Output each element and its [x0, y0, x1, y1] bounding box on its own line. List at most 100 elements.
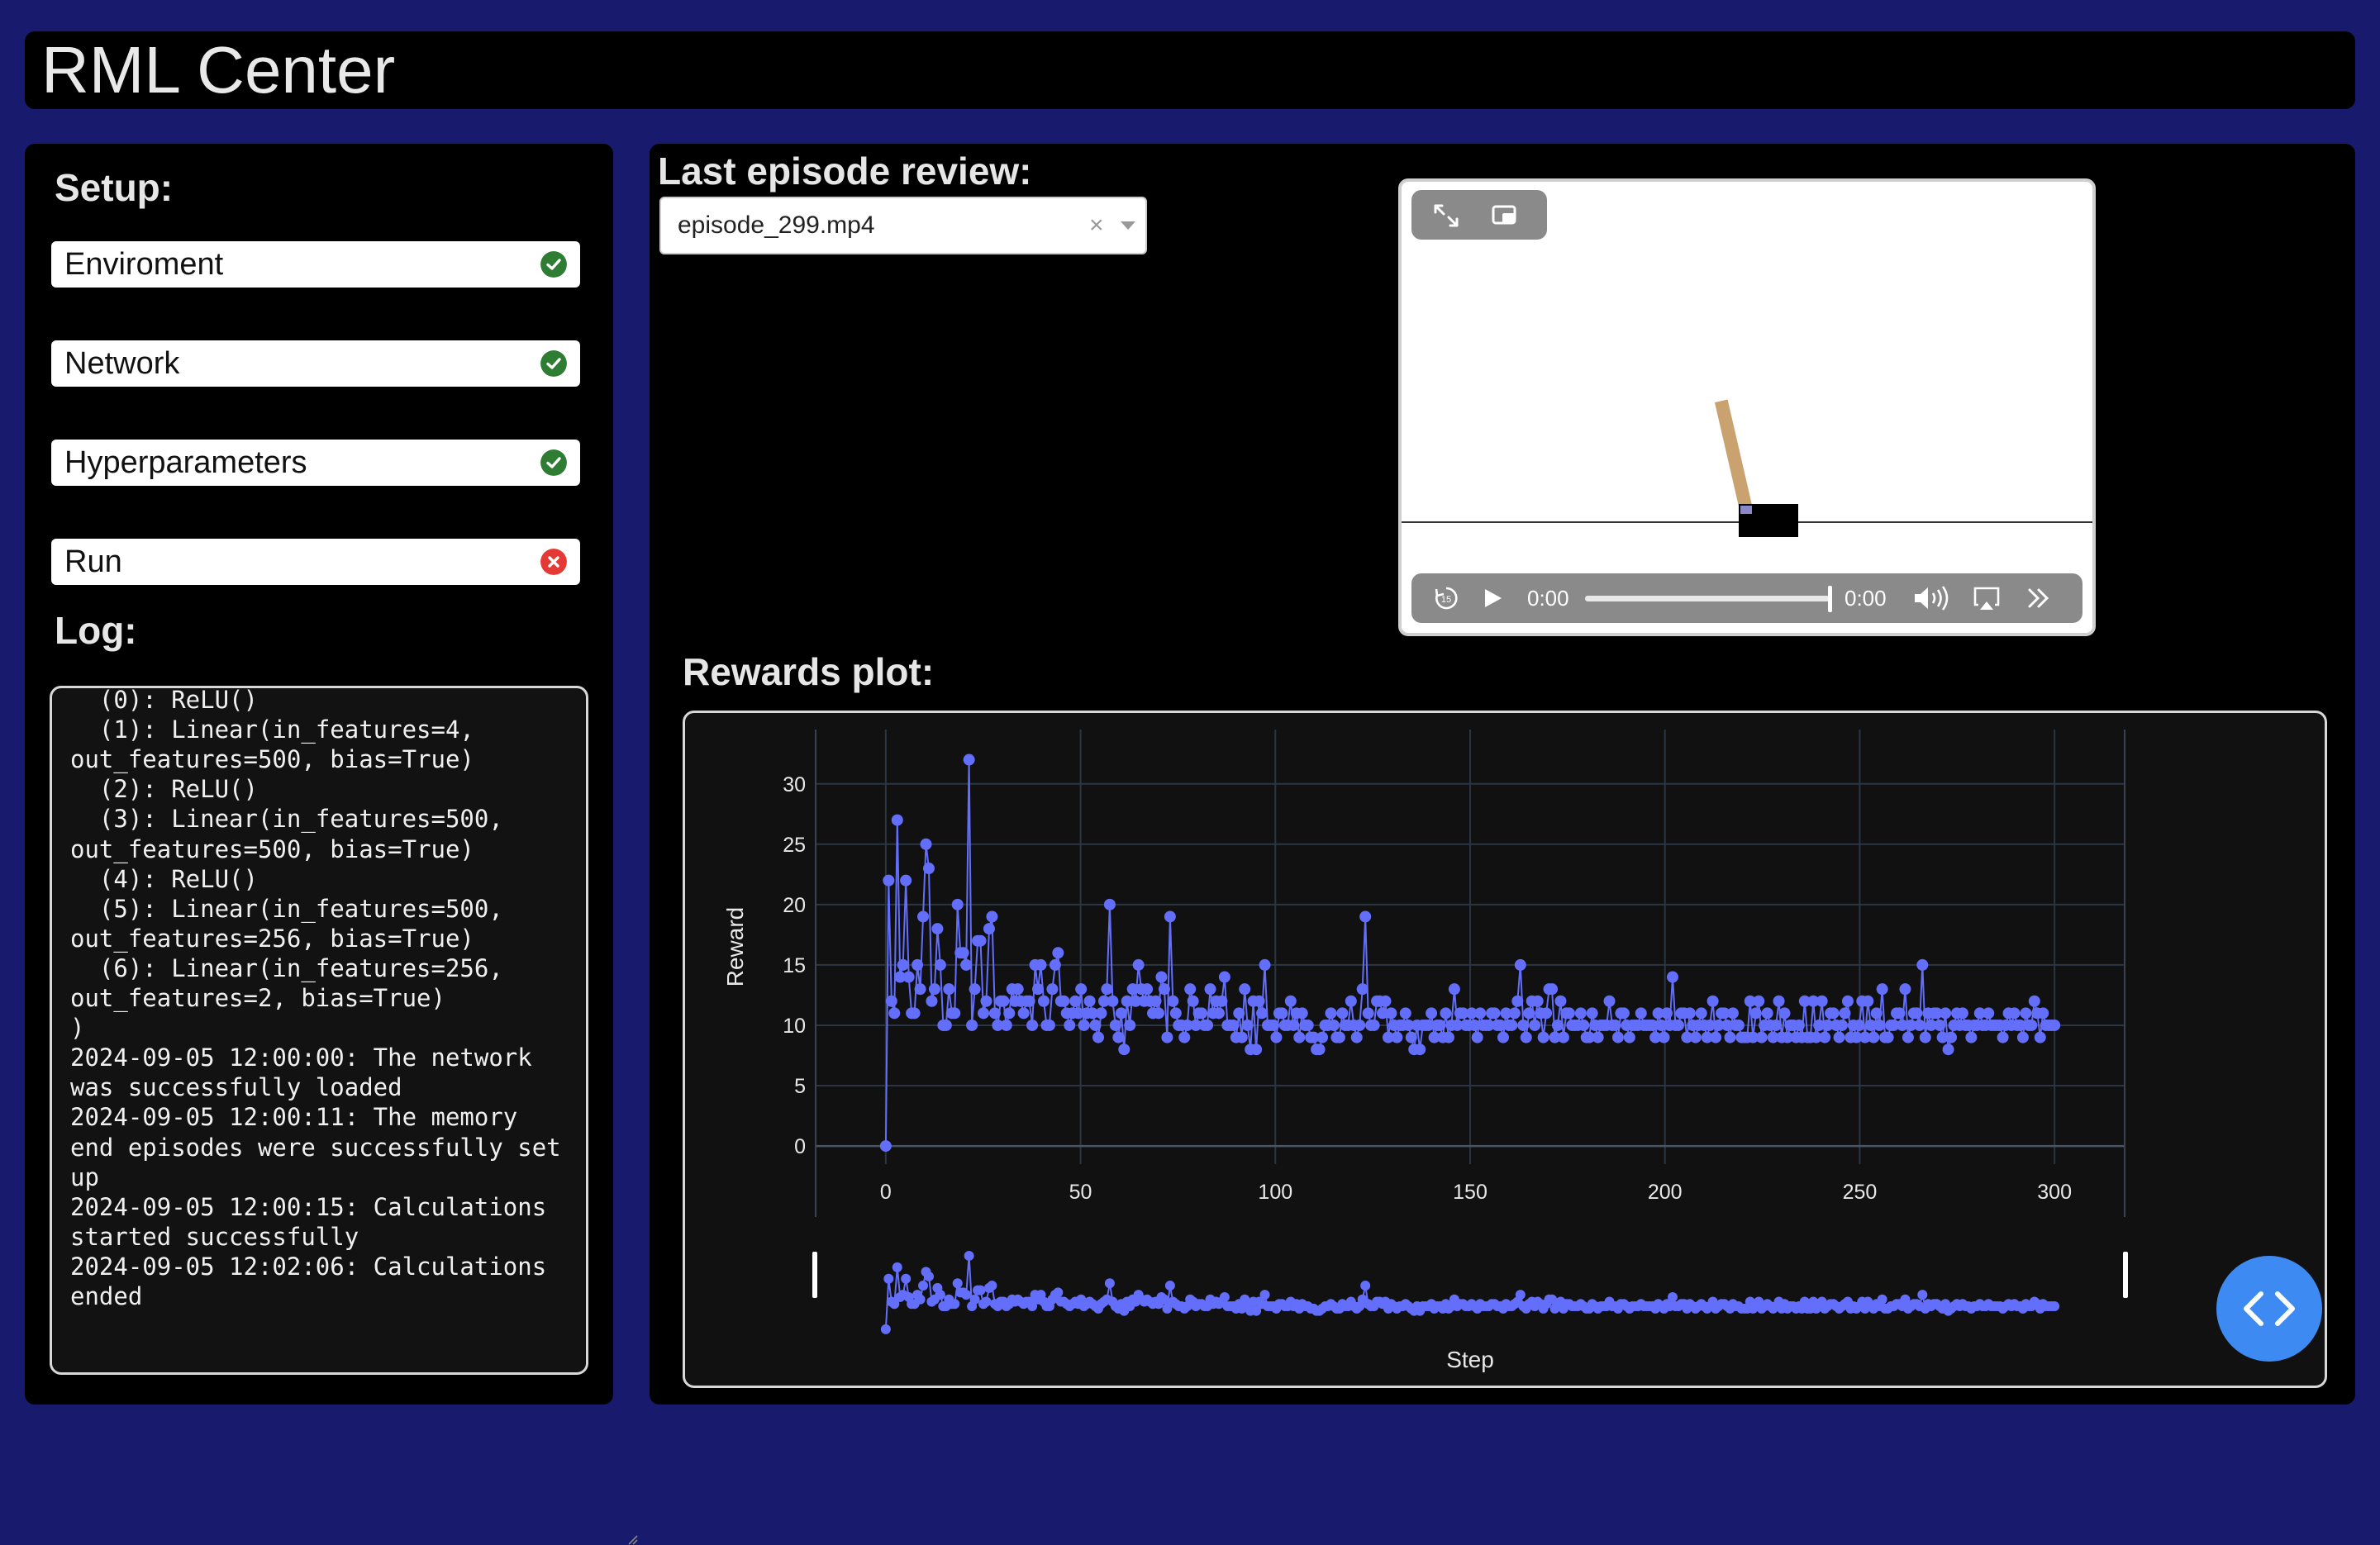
video-scrubber[interactable]: [1828, 586, 1832, 612]
data-point: [940, 1019, 952, 1031]
data-point: [1124, 1019, 1136, 1031]
setup-item-run[interactable]: Run: [51, 539, 580, 585]
data-point: [1052, 947, 1064, 959]
data-point: [1011, 983, 1024, 996]
volume-icon[interactable]: [1912, 585, 1950, 611]
data-point: [1911, 1007, 1923, 1020]
data-point: [1919, 1031, 1931, 1043]
data-point: [885, 995, 897, 1007]
range-slider-right-handle[interactable]: [2123, 1252, 2128, 1298]
video-progress-fill: [1585, 596, 1830, 601]
rewards-chart[interactable]: 0 50 100 150 200 250 300 0 5 10 15 20 25 30 Reward Step: [685, 713, 2325, 1386]
data-point: [1333, 1031, 1345, 1043]
setup-item-network[interactable]: Network: [51, 340, 580, 387]
airplay-icon[interactable]: [1972, 585, 2002, 611]
data-point: [1288, 1019, 1300, 1031]
range-slider-point: [915, 1294, 926, 1305]
range-slider-point: [987, 1281, 997, 1291]
data-point: [1112, 1031, 1125, 1043]
data-point: [1267, 1019, 1279, 1031]
data-point: [966, 1019, 978, 1031]
video-player[interactable]: 15 0:00 0:00: [1398, 178, 2096, 636]
data-point: [1511, 995, 1524, 1007]
data-point: [912, 958, 924, 971]
data-point: [1554, 995, 1567, 1007]
setup-item-hyperparameters[interactable]: Hyperparameters: [51, 440, 580, 486]
data-point: [879, 1140, 892, 1153]
data-point: [1497, 1031, 1509, 1043]
data-point: [922, 863, 935, 875]
data-point: [960, 958, 973, 971]
y-tick-label: 20: [783, 894, 806, 917]
data-point: [883, 874, 895, 887]
log-textarea[interactable]: Sequential( (0): ReLU() (1): Linear(in_f…: [50, 686, 588, 1375]
range-slider-left-handle[interactable]: [812, 1252, 817, 1298]
x-tick-label: 150: [1453, 1181, 1488, 1204]
data-point: [974, 934, 987, 947]
data-point: [1586, 1007, 1598, 1020]
chevron-down-icon[interactable]: [1121, 221, 1135, 230]
data-point: [1095, 1007, 1107, 1020]
data-point: [908, 1007, 921, 1020]
data-point: [1540, 1007, 1553, 1020]
rewards-plot[interactable]: 0 50 100 150 200 250 300 0 5 10 15 20 25 30 Reward Step: [683, 711, 2327, 1388]
data-point: [1965, 1031, 1978, 1043]
data-point: [934, 958, 946, 971]
video-top-controls: [1411, 190, 1547, 240]
clear-icon[interactable]: ×: [1089, 198, 1104, 253]
data-point: [1836, 1019, 1848, 1031]
data-point: [1107, 995, 1119, 1007]
x-circle-icon: [540, 549, 567, 575]
data-point: [1983, 1007, 1995, 1020]
data-point: [1773, 995, 1785, 1007]
data-point: [1325, 1007, 1337, 1020]
data-point: [900, 874, 912, 887]
range-slider-point: [1164, 1281, 1175, 1291]
y-tick-label: 30: [783, 773, 806, 796]
play-icon[interactable]: [1481, 587, 1504, 610]
data-point: [1405, 1031, 1417, 1043]
data-point: [1046, 983, 1059, 996]
resize-handle-icon[interactable]: [626, 1533, 638, 1545]
data-point: [1695, 1007, 1707, 1020]
data-point: [1710, 1031, 1722, 1043]
app-title: RML Center: [41, 33, 396, 107]
data-point: [1778, 1007, 1791, 1020]
video-current-time: 0:00: [1527, 586, 1569, 611]
data-point: [1235, 1031, 1248, 1043]
code-icon: [2244, 1291, 2295, 1326]
more-options-icon[interactable]: [2026, 587, 2051, 610]
y-tick-label: 0: [794, 1135, 806, 1158]
data-point: [1440, 1007, 1452, 1020]
setup-item-label: Hyperparameters: [64, 445, 307, 480]
data-point: [997, 995, 1010, 1007]
data-point: [1868, 1031, 1880, 1043]
range-slider-point: [883, 1273, 894, 1284]
episode-select[interactable]: episode_299.mp4 ×: [659, 197, 1147, 254]
data-point: [1578, 1019, 1590, 1031]
setup-item-label: Network: [64, 346, 180, 381]
data-point: [2049, 1019, 2061, 1031]
picture-in-picture-icon[interactable]: [1491, 203, 1521, 228]
data-point: [1023, 995, 1035, 1007]
data-point: [1132, 958, 1145, 971]
data-point: [1557, 1031, 1569, 1043]
data-point: [1250, 1043, 1263, 1056]
data-point: [1816, 995, 1828, 1007]
data-point: [980, 995, 992, 1007]
code-toggle-button[interactable]: [2216, 1256, 2322, 1362]
data-point: [1706, 995, 1719, 1007]
data-point: [1302, 1019, 1314, 1031]
range-slider-point: [901, 1273, 912, 1284]
data-point: [1184, 983, 1197, 996]
setup-item-environment[interactable]: Enviroment: [51, 241, 580, 288]
data-point: [2008, 1007, 2021, 1020]
video-progress-track[interactable]: [1585, 596, 1830, 601]
data-point: [2025, 1019, 2038, 1031]
cartpole-frame: [1402, 399, 2092, 537]
data-point: [1956, 1007, 1968, 1020]
rewind-15-icon[interactable]: 15: [1433, 585, 1459, 611]
range-slider-point: [1259, 1290, 1270, 1300]
fullscreen-icon[interactable]: [1433, 203, 1459, 228]
data-point: [914, 983, 926, 996]
